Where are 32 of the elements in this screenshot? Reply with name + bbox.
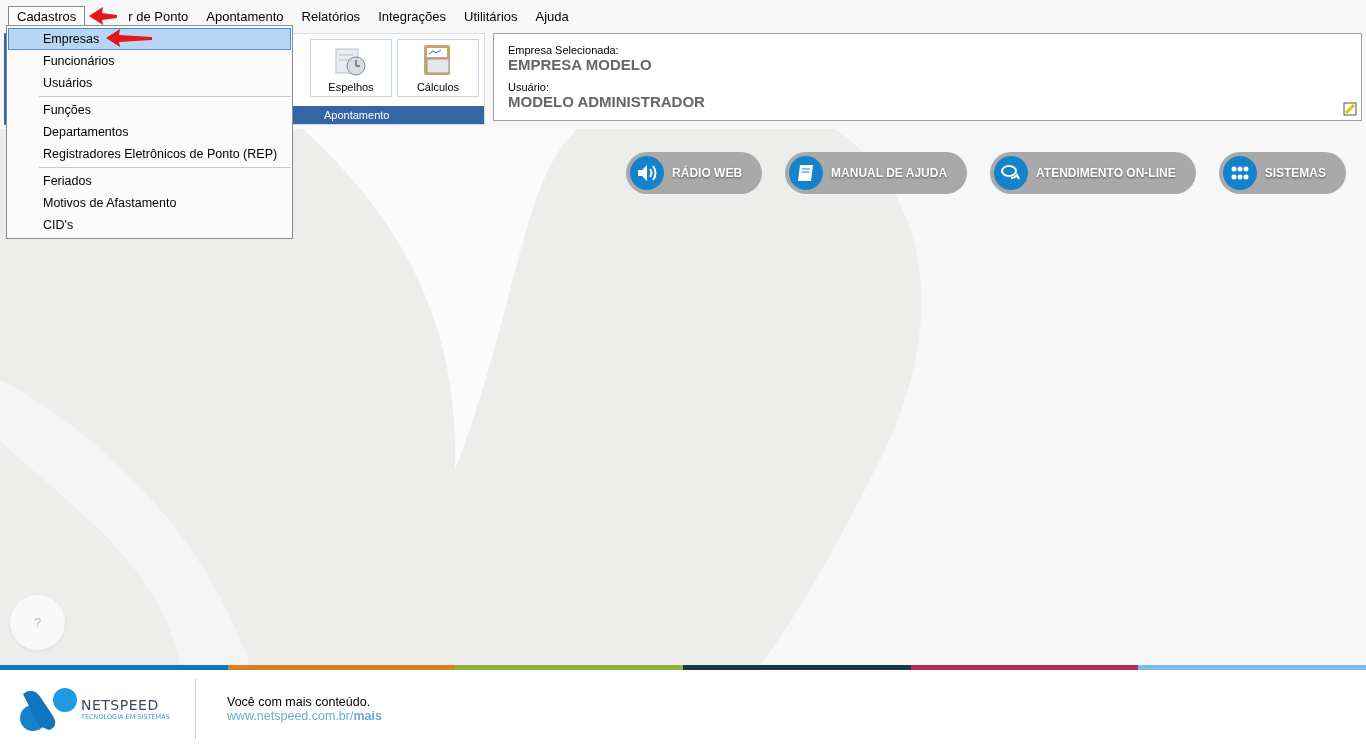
book-icon: [789, 156, 824, 190]
annotation-arrow: [104, 28, 154, 48]
ribbon-button[interactable]: Cálculos: [397, 39, 479, 97]
menu-item[interactable]: Utilitários: [455, 6, 527, 26]
user-label: Usuário:: [508, 81, 550, 93]
brand-name: NETSPEED: [81, 696, 160, 713]
dots-grid-icon: [1222, 156, 1257, 190]
speaker-icon: [630, 156, 665, 190]
menu-item[interactable]: Relatórios: [292, 6, 370, 26]
company-name: EMPRESA MODELO: [508, 56, 653, 73]
menu-option[interactable]: Funcionários: [8, 50, 291, 72]
menu-option[interactable]: Feriados: [8, 170, 291, 192]
slogan: Você com mais conteúdo.: [227, 694, 372, 709]
menu-option[interactable]: Motivos de Afastamento: [8, 192, 291, 214]
pencil-icon[interactable]: [1343, 102, 1357, 116]
menu-item[interactable]: Apontamento: [197, 6, 293, 26]
menu-option[interactable]: CID's: [8, 214, 291, 236]
menu-option[interactable]: Departamentos: [8, 121, 291, 143]
company-label: Empresa Selecionada:: [508, 44, 620, 56]
clock-document-icon: [334, 47, 368, 77]
menu-item[interactable]: Integrações: [369, 6, 456, 26]
logo-icon: [19, 685, 77, 732]
menu-item[interactable]: Ajuda: [526, 6, 578, 26]
menu-option[interactable]: Usuários: [8, 72, 291, 94]
menu-item[interactable]: r de Ponto: [119, 6, 198, 26]
menu-option[interactable]: Registradores Eletrônicos de Ponto (REP): [8, 143, 291, 165]
user-name: MODELO ADMINISTRADOR: [508, 93, 706, 110]
chat-bubbles-icon: [994, 156, 1029, 190]
menu-option[interactable]: Empresas: [8, 28, 291, 50]
annotation-arrow: [87, 6, 119, 26]
menu-item[interactable]: Cadastros: [8, 6, 86, 26]
ribbon-button[interactable]: Espelhos: [310, 39, 392, 97]
